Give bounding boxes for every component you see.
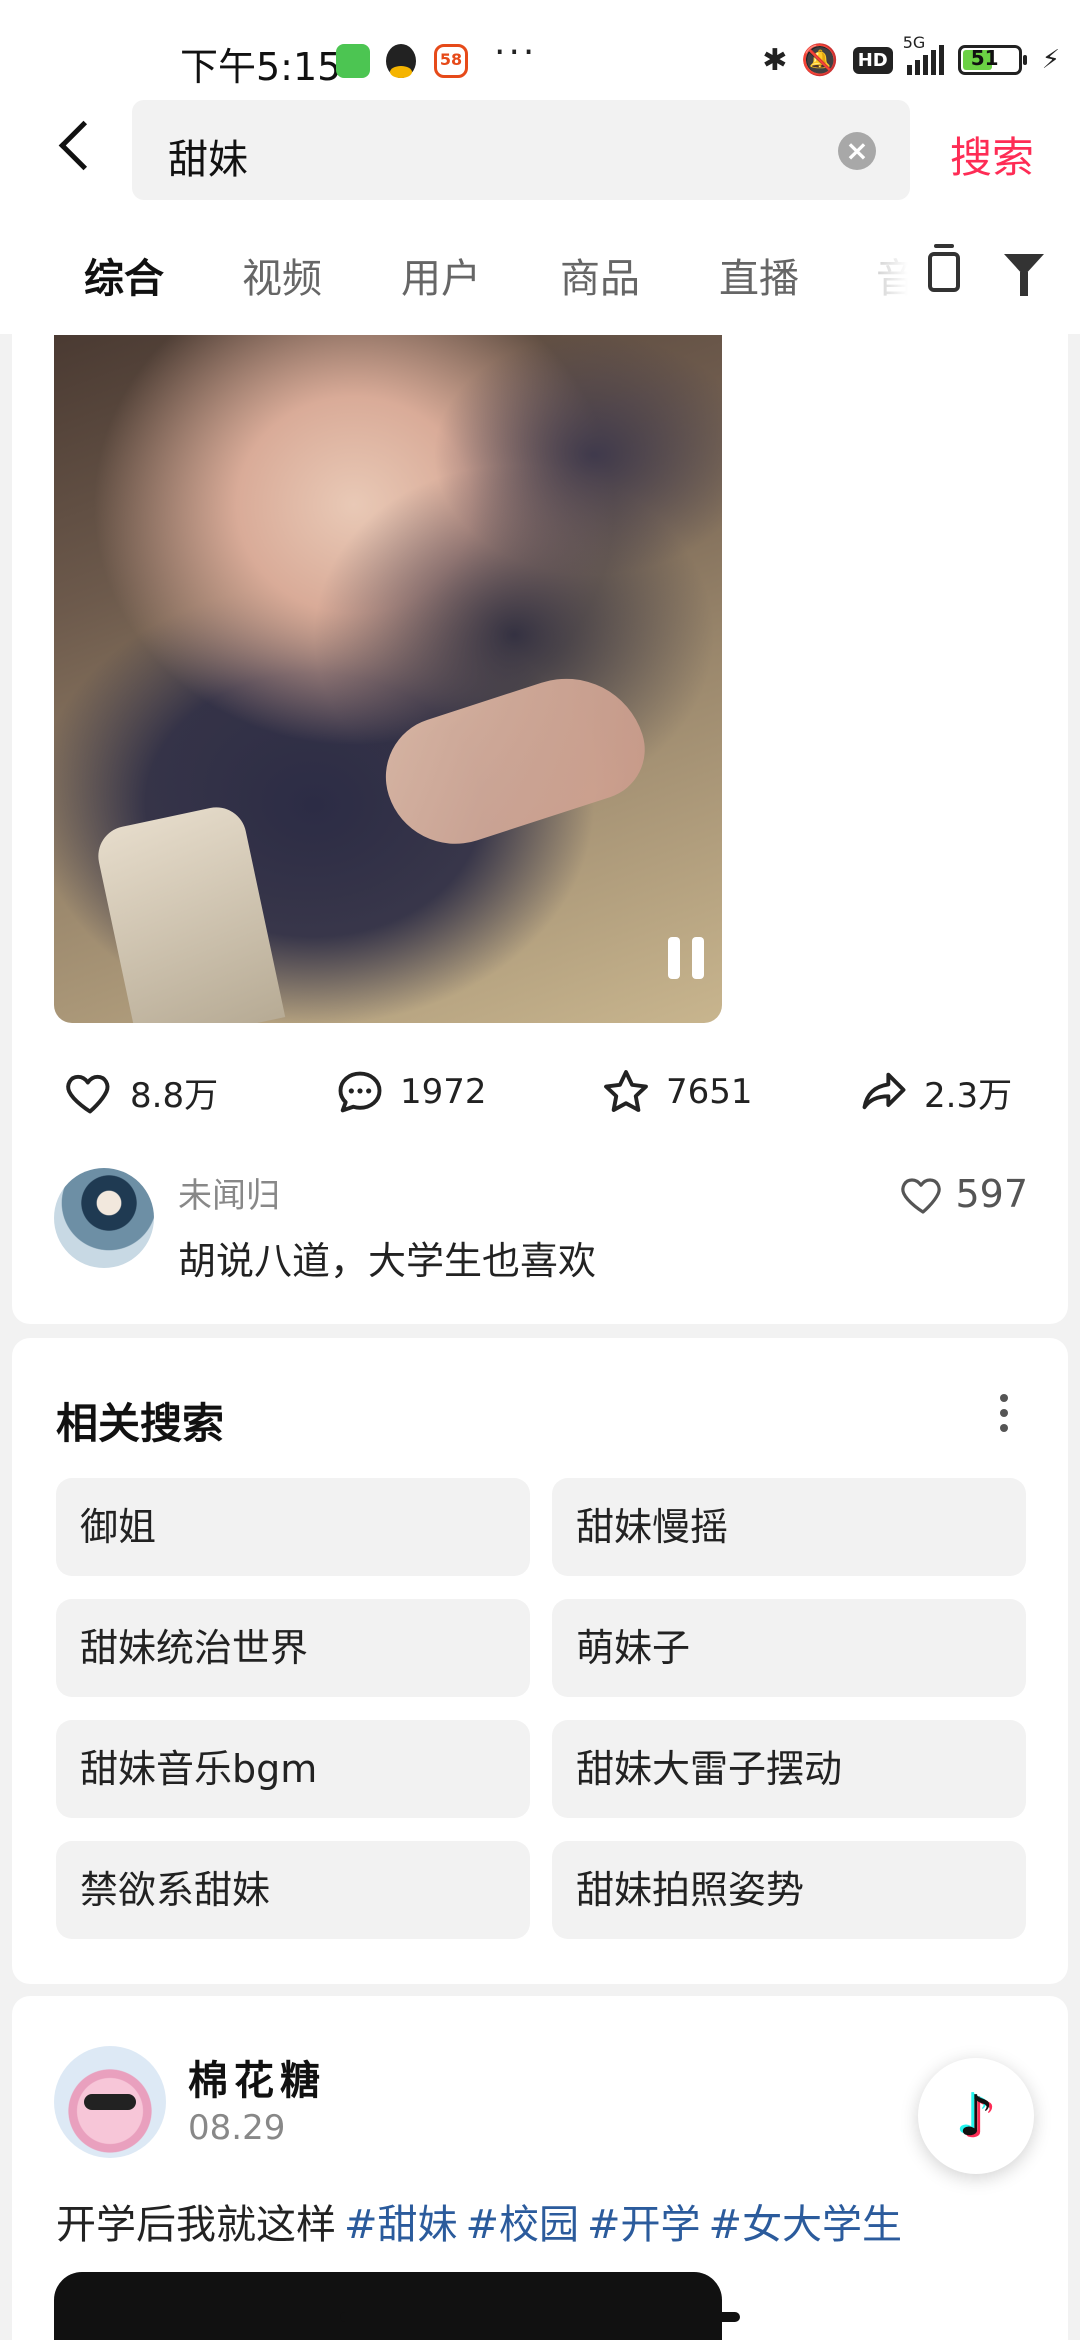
related-search-chip[interactable]: 甜妹慢摇 [552, 1478, 1026, 1576]
hashtag-link[interactable]: #开学 [587, 2202, 701, 2248]
hashtag-link[interactable]: #女大学生 [709, 2202, 903, 2248]
signal-icon: 5G [903, 33, 944, 75]
post-result-card: 棉花糖 08.29 开学后我就这样 #甜妹 #校园 #开学 #女大学生 [12, 1996, 1068, 2340]
related-search-chip[interactable]: 甜妹大雷子摆动 [552, 1720, 1026, 1818]
favorite-button[interactable]: 7651 [600, 1066, 753, 1118]
heart-icon [901, 1178, 942, 1214]
related-searches-card: 相关搜索 御姐 甜妹慢摇 甜妹统治世界 萌妹子 甜妹音乐bgm 甜妹大雷子摆动 … [12, 1338, 1068, 1984]
search-query: 甜妹 [168, 137, 248, 183]
heart-icon [66, 1074, 110, 1114]
comment-text: 胡说八道，大学生也喜欢 [178, 1239, 597, 1283]
charging-icon: ⚡ [1041, 45, 1060, 75]
app-58-notification-icon: 58 [434, 44, 468, 78]
network-label: 5G [902, 33, 926, 52]
post-caption-text: 开学后我就这样 [56, 2202, 336, 2248]
status-bar: 下午5:15 58 ··· ✱ 🔕 HD 5G 51 ⚡ [0, 0, 1080, 100]
post-caption: 开学后我就这样 #甜妹 #校园 #开学 #女大学生 [56, 2192, 902, 2250]
related-search-chip[interactable]: 萌妹子 [552, 1599, 1026, 1697]
share-count: 2.3万 [924, 1075, 1013, 1116]
video-result-card: 8.8万 1972 7651 2.3万 未闻归 胡说八道，大学生也喜欢 597 [12, 300, 1068, 1324]
tiktok-logo-icon: ♪ [958, 2083, 994, 2149]
favorite-count: 7651 [666, 1072, 753, 1112]
comment-username[interactable]: 未闻归 [178, 1168, 280, 1217]
comment-icon [338, 1071, 382, 1113]
hashtag-link[interactable]: #甜妹 [344, 2202, 458, 2248]
more-notifications-icon: ··· [494, 32, 538, 73]
related-search-chip[interactable]: 御姐 [56, 1478, 530, 1576]
layout-toggle-icon[interactable] [928, 244, 960, 292]
battery-icon: 51 [957, 45, 1027, 75]
like-count: 8.8万 [130, 1075, 219, 1116]
related-search-chip[interactable]: 甜妹拍照姿势 [552, 1841, 1026, 1939]
tab-comprehensive[interactable]: 综合 [84, 246, 164, 304]
tab-video[interactable]: 视频 [242, 246, 322, 304]
tab-products[interactable]: 商品 [560, 246, 640, 304]
hd-badge: HD [852, 46, 893, 74]
pause-icon[interactable] [666, 937, 706, 979]
search-button[interactable]: 搜索 [950, 124, 1034, 185]
related-searches-title: 相关搜索 [56, 1399, 225, 1448]
battery-level: 51 [970, 46, 999, 70]
share-button[interactable]: 2.3万 [858, 1066, 1012, 1118]
more-options-icon[interactable] [1000, 1394, 1010, 1434]
video-frame-detail [92, 801, 286, 1023]
related-search-chip[interactable]: 甜妹统治世界 [56, 1599, 530, 1697]
wechat-notification-icon [336, 44, 370, 78]
clear-icon[interactable]: × [838, 132, 876, 170]
comment-like-count: 597 [955, 1172, 1028, 1216]
comment-button[interactable]: 1972 [334, 1066, 487, 1118]
video-actions: 8.8万 1972 7651 2.3万 [12, 1066, 1068, 1126]
post-date: 08.29 [188, 2108, 286, 2148]
status-right: ✱ 🔕 HD 5G 51 ⚡ [762, 33, 1060, 82]
avatar[interactable] [54, 1168, 154, 1268]
related-search-chip[interactable]: 禁欲系甜妹 [56, 1841, 530, 1939]
comment-count: 1972 [400, 1072, 487, 1112]
star-icon [604, 1070, 648, 1112]
post-author[interactable]: 棉花糖 [188, 2048, 326, 2106]
home-indicator[interactable] [340, 2312, 740, 2322]
filter-icon[interactable] [1004, 254, 1044, 296]
tab-live[interactable]: 直播 [719, 246, 799, 304]
search-header: 甜妹 × 搜索 [0, 100, 1080, 200]
comment-like-button[interactable]: 597 [899, 1170, 1028, 1218]
qq-notification-icon [386, 44, 416, 78]
hashtag-link[interactable]: #校园 [466, 2202, 580, 2248]
tab-fade [860, 230, 920, 310]
like-button[interactable]: 8.8万 [64, 1066, 218, 1118]
top-comment[interactable]: 未闻归 胡说八道，大学生也喜欢 597 [12, 1168, 1068, 1283]
mute-icon: 🔕 [801, 42, 839, 78]
post-video-thumbnail[interactable] [54, 2272, 722, 2340]
bluetooth-icon: ✱ [762, 42, 788, 78]
tab-users[interactable]: 用户 [401, 246, 481, 304]
video-frame-detail [370, 658, 658, 862]
tiktok-float-button[interactable]: ♪ [918, 2058, 1034, 2174]
related-search-chip[interactable]: 甜妹音乐bgm [56, 1720, 530, 1818]
avatar[interactable] [54, 2046, 166, 2158]
video-player[interactable] [54, 335, 722, 1023]
share-icon [862, 1072, 906, 1110]
status-time: 下午5:15 [180, 45, 342, 89]
back-button[interactable] [48, 116, 112, 180]
search-input[interactable]: 甜妹 × [132, 100, 910, 200]
